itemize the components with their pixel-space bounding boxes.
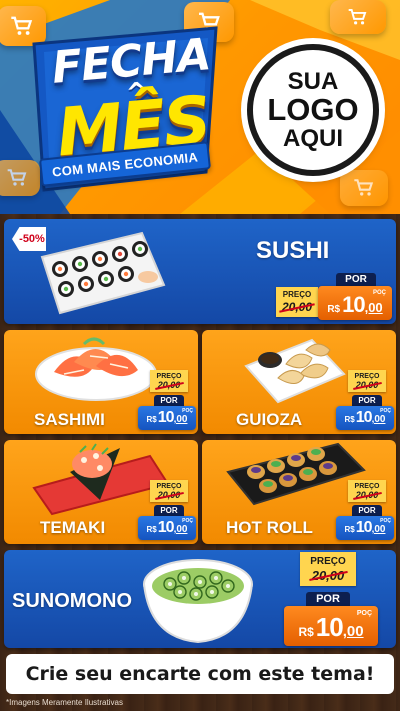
price-decimal: ,00 xyxy=(371,524,386,535)
new-price: R$ 10 ,00 POÇ xyxy=(318,286,392,320)
logo-line-3: AQUI xyxy=(283,125,343,153)
cart-icon xyxy=(340,170,388,206)
poc-label: POÇ xyxy=(182,408,193,414)
price-decimal: ,00 xyxy=(342,623,364,640)
poc-label: POÇ xyxy=(380,518,391,524)
product-name: SUNOMONO xyxy=(12,590,132,612)
price-label: PREÇO xyxy=(156,482,182,490)
price-decimal: ,00 xyxy=(173,524,188,535)
disclaimer: *Imagens Meramente Ilustrativas xyxy=(6,698,123,707)
cart-icon xyxy=(330,0,386,34)
new-price: R$ 10 ,00 POÇ xyxy=(336,516,394,540)
old-price: 20,00 xyxy=(355,379,379,390)
cta-banner: Crie seu encarte com este tema! xyxy=(6,654,394,694)
por-label: POR xyxy=(352,395,382,406)
poc-label: POÇ xyxy=(182,518,193,524)
product-card-hot-roll: HOT ROLL PREÇO 20,00 POR R$ 10 ,00 POÇ xyxy=(202,440,396,544)
product-name: SUSHI xyxy=(256,237,330,264)
old-price: 20,00 xyxy=(281,300,313,314)
old-price-tag: PREÇO 20,00 xyxy=(276,287,318,317)
por-label: POR xyxy=(336,273,376,286)
cta-text: Crie seu encarte com este tema! xyxy=(25,663,375,685)
currency-label: R$ xyxy=(146,525,157,534)
sunomono-bowl-image xyxy=(143,559,253,644)
logo-placeholder: SUA LOGO AQUI xyxy=(247,44,379,176)
gyoza-plate-image xyxy=(244,338,346,404)
price-decimal: ,00 xyxy=(364,300,383,315)
price-block: PREÇO 20,00 POR R$ 10 ,00 POÇ xyxy=(284,552,382,646)
price-label: PREÇO xyxy=(310,555,346,567)
new-price: R$ 10 ,00 POÇ xyxy=(138,516,196,540)
currency-label: R$ xyxy=(146,415,157,424)
product-name: HOT ROLL xyxy=(226,518,313,537)
product-card-temaki: TEMAKI PREÇO 20,00 POR R$ 10 ,00 POÇ xyxy=(4,440,198,544)
old-price: 20,00 xyxy=(157,379,181,390)
por-label: POR xyxy=(352,505,382,516)
price-integer: 10 xyxy=(157,409,175,426)
por-label: POR xyxy=(306,592,350,606)
price-decimal: ,00 xyxy=(173,414,188,425)
poc-label: POÇ xyxy=(356,610,372,617)
price-label: PREÇO xyxy=(354,372,380,380)
por-label: POR xyxy=(154,505,184,516)
product-name: SASHIMI xyxy=(34,410,105,429)
old-price-tag: PREÇO 20,00 xyxy=(150,480,188,502)
old-price: 20,00 xyxy=(355,489,379,500)
old-price-tag: PREÇO 20,00 xyxy=(150,370,188,392)
price-integer: 10 xyxy=(355,519,373,536)
old-price-tag: PREÇO 20,00 xyxy=(348,480,386,502)
new-price: R$ 10 ,00 POÇ xyxy=(138,406,196,430)
product-card-sashimi: SASHIMI PREÇO 20,00 POR R$ 10 ,00 POÇ xyxy=(4,330,198,434)
currency-label: R$ xyxy=(344,525,355,534)
price-label: PREÇO xyxy=(156,372,182,380)
price-integer: 10 xyxy=(315,612,344,642)
currency-label: R$ xyxy=(344,415,355,424)
new-price: R$ 10 ,00 POÇ xyxy=(284,606,378,646)
poc-label: POÇ xyxy=(380,408,391,414)
old-price: 20,00 xyxy=(311,567,345,583)
price-label: PREÇO xyxy=(354,482,380,490)
poc-label: POÇ xyxy=(372,290,386,296)
sushi-tray-image xyxy=(40,231,166,315)
product-name: GUIOZA xyxy=(236,410,303,429)
price-block: PREÇO 20,00 POR R$ 10 ,00 POÇ xyxy=(138,370,198,432)
old-price-tag: PREÇO 20,00 xyxy=(348,370,386,392)
price-decimal: ,00 xyxy=(371,414,386,425)
product-card-guioza: GUIOZA PREÇO 20,00 POR R$ 10 ,00 POÇ xyxy=(202,330,396,434)
currency-label: R$ xyxy=(327,304,341,315)
currency-label: R$ xyxy=(298,625,314,639)
header-banner: FECHA ^ MÊS COM MAIS ECONOMIA SUA LOGO A… xyxy=(0,0,400,214)
logo-line-2: LOGO xyxy=(267,91,359,127)
price-integer: 10 xyxy=(342,292,366,317)
price-label: PREÇO xyxy=(282,290,312,299)
price-integer: 10 xyxy=(157,519,175,536)
product-card-sushi: -50% SUSHI PREÇO 20,00 POR R$ 10 ,00 POÇ xyxy=(4,219,396,324)
price-block: PREÇO 20,00 POR R$ 10 ,00 POÇ xyxy=(336,370,396,432)
logo-line-1: SUA xyxy=(287,67,339,95)
new-price: R$ 10 ,00 POÇ xyxy=(336,406,394,430)
product-card-sunomono: SUNOMONO PREÇO 20,00 POR R$ 10 ,00 POÇ xyxy=(4,550,396,648)
por-label: POR xyxy=(154,395,184,406)
price-integer: 10 xyxy=(355,409,373,426)
product-name: TEMAKI xyxy=(40,518,106,537)
old-price-tag: PREÇO 20,00 xyxy=(300,552,356,586)
price-block: PREÇO 20,00 POR R$ 10 ,00 POÇ xyxy=(138,480,198,542)
old-price: 20,00 xyxy=(157,489,181,500)
price-block: PREÇO 20,00 POR R$ 10 ,00 POÇ xyxy=(336,480,396,542)
price-block: PREÇO 20,00 POR R$ 10 ,00 POÇ xyxy=(274,273,392,321)
